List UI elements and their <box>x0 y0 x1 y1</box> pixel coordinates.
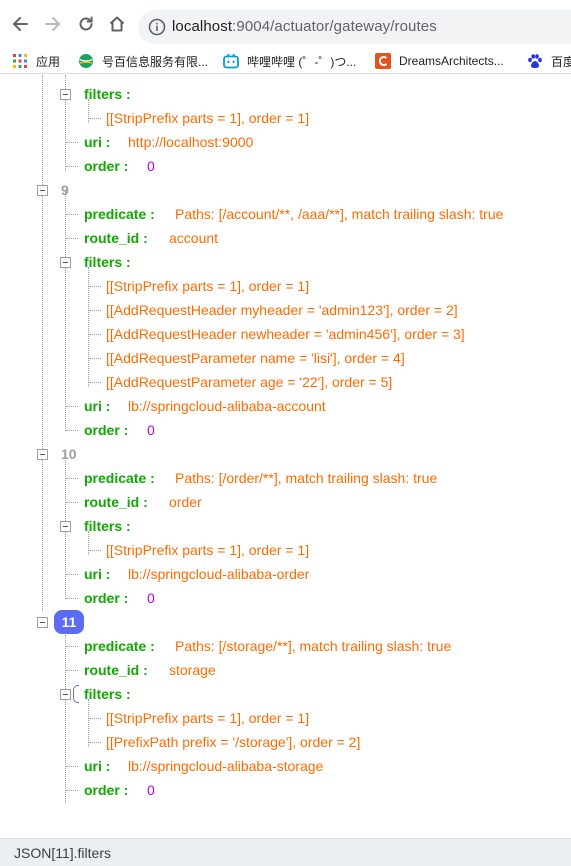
order-value: 0 <box>147 158 155 174</box>
array-index: 9 <box>61 182 69 198</box>
bookmarks-bar: 应用 号百信息服务有限... 哔哩哔哩 (゜-゜)つ... DreamsArch… <box>0 48 571 74</box>
order-value: 0 <box>147 422 155 438</box>
predicate-value: Paths: [/account/**, /aaa/**], match tra… <box>175 206 504 222</box>
uri-value: http://localhost:9000 <box>128 134 254 150</box>
home-icon <box>109 16 125 32</box>
key-predicate: predicate : <box>84 206 155 222</box>
url-host: localhost <box>172 18 233 35</box>
route11-guide <box>65 635 66 803</box>
bookmark-dreamsarchitects[interactable]: DreamsArchitects... <box>375 52 504 70</box>
uri-value: lb://springcloud-alibaba-order <box>128 566 310 582</box>
filter-value: [[StripPrefix parts = 1], order = 1] <box>106 542 310 558</box>
route-id-value: account <box>169 230 219 246</box>
info-icon[interactable] <box>148 18 166 36</box>
bookmark-haobai[interactable]: 号百信息服务有限... <box>78 52 208 70</box>
collapse-toggle[interactable] <box>60 521 71 532</box>
key-filters: filters : <box>84 518 131 534</box>
apps-grid-icon <box>12 53 28 69</box>
baidu-paw-icon <box>527 53 543 69</box>
collapse-toggle[interactable] <box>37 185 48 196</box>
globe-icon <box>78 53 94 69</box>
predicate-value: Paths: [/storage/**], match trailing sla… <box>175 638 452 654</box>
key-route-id: route_id : <box>84 230 148 246</box>
reload-button[interactable] <box>75 13 97 35</box>
bookmark-label: 百度 <box>551 54 571 69</box>
json-path-text: JSON[11].filters <box>14 845 111 861</box>
uri-value: lb://springcloud-alibaba-storage <box>128 758 324 774</box>
key-filters: filters : <box>84 254 131 270</box>
filter-value: [[AddRequestHeader newheader = 'admin456… <box>106 326 465 342</box>
home-button[interactable] <box>106 13 128 35</box>
order-value: 0 <box>147 590 155 606</box>
predicate-value: Paths: [/order/**], match trailing slash… <box>175 470 438 486</box>
key-order: order : <box>84 782 129 798</box>
root-array-guide <box>42 75 43 611</box>
route9-guide <box>65 191 66 431</box>
filter-value: [[StripPrefix parts = 1], order = 1] <box>106 110 310 126</box>
collapse-toggle[interactable] <box>60 89 71 100</box>
route-id-value: storage <box>169 662 216 678</box>
forward-button[interactable] <box>42 13 64 35</box>
filter-value: [[AddRequestParameter name = 'lisi'], or… <box>106 350 405 366</box>
selected-array-index[interactable]: 11 <box>54 610 84 634</box>
key-predicate: predicate : <box>84 638 155 654</box>
key-route-id: route_id : <box>84 494 148 510</box>
arrow-right-icon <box>45 17 61 31</box>
filter-value: [[StripPrefix parts = 1], order = 1] <box>106 278 310 294</box>
order-value: 0 <box>147 782 155 798</box>
key-route-id: route_id : <box>84 662 148 678</box>
key-uri: uri : <box>84 566 111 582</box>
uri-value: lb://springcloud-alibaba-account <box>128 398 326 414</box>
array-index: 10 <box>61 446 77 462</box>
bookmark-label: 号百信息服务有限... <box>102 54 209 69</box>
route9-filters-guide <box>88 267 89 387</box>
collapse-toggle[interactable] <box>37 617 48 628</box>
bookmark-bilibili[interactable]: 哔哩哔哩 (゜-゜)つ... <box>223 52 356 70</box>
key-uri: uri : <box>84 758 111 774</box>
collapse-toggle[interactable] <box>60 257 71 268</box>
url-path: :9004/actuator/gateway/routes <box>232 18 437 35</box>
hover-bracket-icon <box>73 685 79 703</box>
url-text[interactable]: localhost:9004/actuator/gateway/routes <box>172 18 437 35</box>
bookmark-baidu[interactable]: 百度 <box>527 52 571 70</box>
key-uri: uri : <box>84 398 111 414</box>
bookmark-label: 哔哩哔哩 (゜-゜)つ... <box>247 54 357 69</box>
filter-value: [[StripPrefix parts = 1], order = 1] <box>106 710 310 726</box>
back-button[interactable] <box>9 13 31 35</box>
filter-value: [[AddRequestParameter age = '22'], order… <box>106 374 393 390</box>
key-predicate: predicate : <box>84 470 155 486</box>
bookmark-label: DreamsArchitects... <box>399 54 504 68</box>
reload-icon <box>79 16 93 31</box>
collapse-toggle[interactable] <box>37 449 48 460</box>
route11-filters-guide <box>88 699 89 747</box>
bookmark-label: 应用 <box>36 54 61 69</box>
filter-value: [[PrefixPath prefix = '/storage'], order… <box>106 734 361 750</box>
c-logo-icon <box>375 53 391 69</box>
json-viewer: filters : [[StripPrefix parts = 1], orde… <box>0 75 571 838</box>
browser-toolbar: localhost:9004/actuator/gateway/routes <box>0 0 571 48</box>
collapse-toggle[interactable] <box>60 689 71 700</box>
key-filters: filters : <box>84 86 131 102</box>
arrow-left-icon <box>12 17 28 31</box>
json-path-statusbar: JSON[11].filters <box>0 838 571 866</box>
key-filters[interactable]: filters : <box>84 684 131 704</box>
bookmark-apps[interactable]: 应用 <box>12 52 60 70</box>
key-uri: uri : <box>84 134 111 150</box>
key-order: order : <box>84 590 129 606</box>
filter-value: [[AddRequestHeader myheader = 'admin123'… <box>106 302 458 318</box>
key-order: order : <box>84 422 129 438</box>
route-id-value: order <box>169 494 202 510</box>
address-bar[interactable]: localhost:9004/actuator/gateway/routes <box>138 10 571 44</box>
key-order: order : <box>84 158 129 174</box>
bilibili-icon <box>223 53 239 69</box>
